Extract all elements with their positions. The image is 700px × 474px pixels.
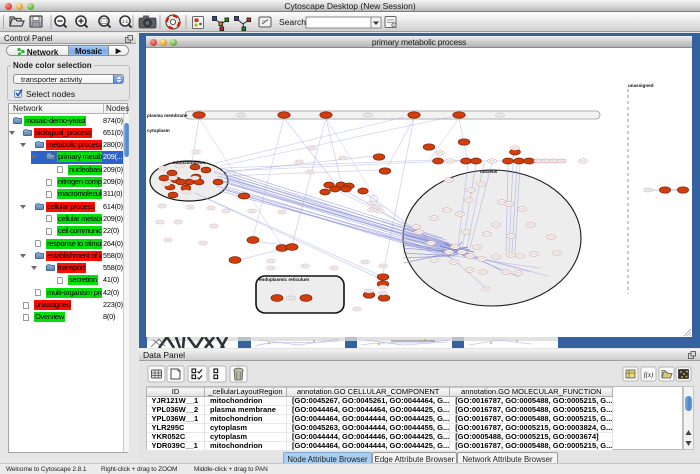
svg-text:unassigned: unassigned <box>628 83 654 88</box>
svg-text:cytoplasm: cytoplasm <box>147 128 170 133</box>
svg-text:nucleus: nucleus <box>480 169 498 174</box>
svg-text:Search:: Search: <box>279 17 308 27</box>
svg-text:f(x): f(x) <box>644 371 654 379</box>
svg-text:endoplasmic reticulum: endoplasmic reticulum <box>259 277 309 282</box>
svg-text:plasma membrane: plasma membrane <box>147 113 188 118</box>
svg-text:1:1: 1:1 <box>122 19 129 24</box>
svg-text:mitochondrion: mitochondrion <box>173 160 205 165</box>
